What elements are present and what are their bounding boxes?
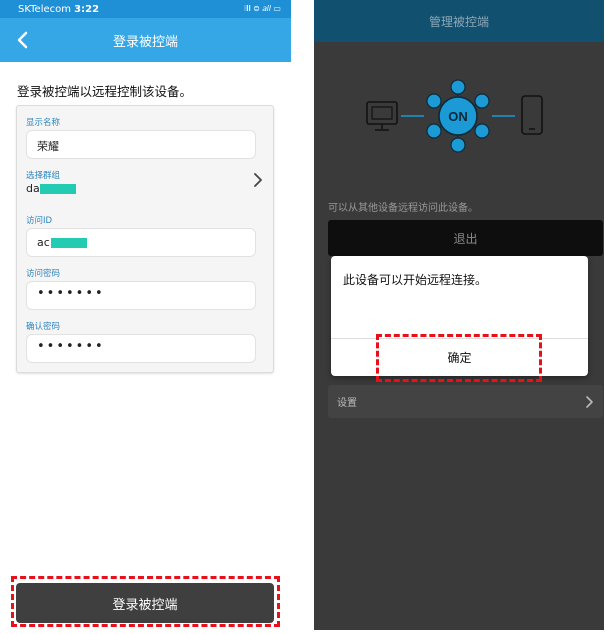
password-input[interactable]: ••••••• xyxy=(26,281,256,310)
highlight-box-ok xyxy=(376,334,542,382)
chevron-left-icon xyxy=(17,31,28,49)
dialog-message: 此设备可以开始远程连接。 xyxy=(343,273,488,287)
monitor-icon xyxy=(366,101,398,131)
status-time: SKTelecom 3:22 xyxy=(18,3,100,15)
login-screen: SKTelecom 3:22 ⁝𝐥𝐥 ⊜ 𝑎𝑙𝑙 ▭ 登录被控端 登录被控端以远… xyxy=(0,0,291,630)
settings-label: 设置 xyxy=(337,398,357,409)
redaction-mask xyxy=(39,184,76,194)
app-bar: 登录被控端 xyxy=(0,18,291,62)
login-form-card: 显示名称 荣耀 选择群组 da 访问ID ac 访问密码 ••••••• 确认密… xyxy=(16,105,274,373)
confirm-password-input[interactable]: ••••••• xyxy=(26,334,256,363)
display-name-label: 显示名称 xyxy=(26,118,61,128)
status-bar: SKTelecom 3:22 ⁝𝐥𝐥 ⊜ 𝑎𝑙𝑙 ▭ xyxy=(0,0,291,18)
on-label: ON xyxy=(448,109,468,124)
chevron-right-icon xyxy=(586,395,593,408)
connection-diagram: ON xyxy=(366,79,543,153)
exit-button[interactable]: 退出 xyxy=(328,220,603,256)
page-title: 登录被控端 xyxy=(112,34,178,50)
status-icons: ⁝𝐥𝐥 ⊜ 𝑎𝑙𝑙 ▭ xyxy=(243,4,281,13)
access-id-input[interactable]: ac xyxy=(26,228,256,257)
hint-text: 可以从其他设备远程访问此设备。 xyxy=(328,203,478,214)
manage-screen: 管理被控端 ON 可以从其他设备远程访问此设备。 退出 此设备可以开始远程连接。… xyxy=(314,0,604,630)
password-label: 访问密码 xyxy=(26,269,61,279)
confirm-password-label: 确认密码 xyxy=(26,322,61,332)
group-label: 选择群组 xyxy=(26,171,61,181)
phone-icon xyxy=(521,95,543,135)
chevron-right-icon xyxy=(254,173,262,187)
back-button[interactable] xyxy=(6,24,38,56)
settings-row[interactable]: 设置 xyxy=(328,385,603,418)
highlight-box-login xyxy=(11,576,280,627)
intro-text: 登录被控端以远程控制该设备。 xyxy=(17,84,193,99)
screenshot: SKTelecom 3:22 ⁝𝐥𝐥 ⊜ 𝑎𝑙𝑙 ▭ 登录被控端 登录被控端以远… xyxy=(0,0,605,634)
display-name-input[interactable]: 荣耀 xyxy=(26,130,256,159)
group-value: da xyxy=(26,182,76,195)
access-id-label: 访问ID xyxy=(26,216,53,226)
app-bar: 管理被控端 xyxy=(314,0,604,42)
redaction-mask xyxy=(50,238,87,248)
